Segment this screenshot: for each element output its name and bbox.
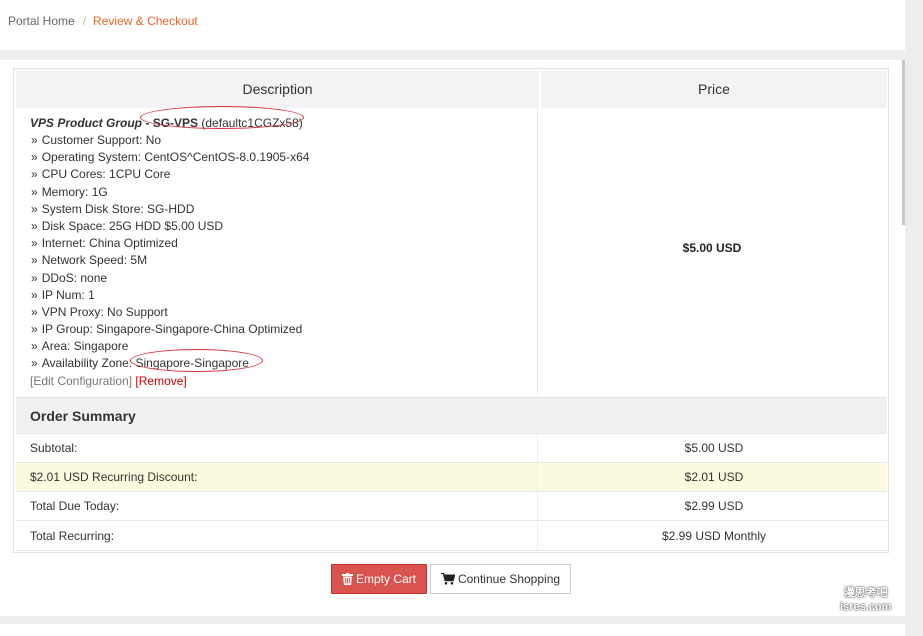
product-title: VPS Product Group - SG-VPS (defaultc1CGZ… [30,115,530,132]
product-hostname: (defaultc1CGZx58) [201,116,303,130]
cart-table: Description Price VPS Product Group - SG… [13,68,889,553]
bullet: » [31,133,38,147]
product-option-text: IP Num: 1 [41,287,95,302]
summary-value: $2.99 USD Monthly [661,529,767,543]
product-option: » VPN Proxy: No Support [30,304,530,321]
watermark: 漫思考吧 isres.com [840,586,891,614]
product-option-text: Operating System: CentOS^CentOS-8.0.1905… [41,150,310,165]
empty-cart-button[interactable]: Empty Cart [331,564,427,594]
bullet: » [31,253,38,268]
breadcrumb-separator: / [82,14,87,28]
bullet: » [31,218,38,233]
summary-row-total-due: Total Due Today: $2.99 USD [16,491,887,520]
bullet: » [31,150,38,165]
product-option: » Memory: 1G [30,184,530,201]
bullet: » [31,356,38,371]
product-option-text: CPU Cores: 1CPU Core [41,167,171,182]
product-option-text: System Disk Store: SG-HDD [41,201,195,216]
summary-label: Subtotal: [30,441,78,455]
column-header-description: Description [242,81,313,97]
product-name: SG-VPS [152,116,199,130]
remove-link[interactable]: [Remove] [135,374,186,388]
empty-cart-label: Empty Cart [355,572,416,586]
bullet: » [31,270,38,285]
order-summary-title: Order Summary [30,408,136,424]
product-option: » Disk Space: 25G HDD $5.00 USD [30,218,530,235]
edit-configuration-link[interactable]: [Edit Configuration] [30,374,132,388]
summary-row-total-recurring: Total Recurring: $2.99 USD Monthly [16,520,887,551]
summary-label: Total Due Today: [30,499,120,513]
product-option: » DDoS: none [30,270,530,287]
row-divider [537,463,538,491]
row-divider [537,434,538,462]
breadcrumb-current[interactable]: Review & Checkout [93,14,198,28]
product-option: » System Disk Store: SG-HDD [30,201,530,218]
trash-icon [341,573,353,585]
breadcrumb-home-link[interactable]: Portal Home [8,14,75,28]
product-option: » Network Speed: 5M [30,252,530,269]
product-description: VPS Product Group - SG-VPS (defaultc1CGZ… [30,115,530,390]
product-price: $5.00 USD [682,241,742,255]
continue-shopping-label: Continue Shopping [457,572,561,586]
summary-label: Total Recurring: [30,529,115,543]
row-divider [537,521,538,550]
watermark-line2: isres.com [840,601,892,613]
product-option: » Area: Singapore [30,338,530,355]
bullet: » [31,167,38,182]
summary-row-subtotal: Subtotal: $5.00 USD [16,433,887,462]
bullet: » [31,287,38,302]
continue-shopping-button[interactable]: Continue Shopping [430,564,571,594]
product-group: VPS Product Group [30,116,143,130]
bullet: » [31,184,38,199]
watermark-line1: 漫思考吧 [843,587,888,599]
bullet: » [31,236,38,251]
product-option-text: VPN Proxy: No Support [41,304,168,319]
product-option: » Availability Zone: Singapore-Singapore [30,355,530,372]
shopping-cart-icon [440,572,456,585]
footer-panel [0,624,905,636]
product-option-text: Customer Support: No [41,133,162,147]
availability-zone-label: Availability Zone: [41,356,136,371]
product-option-text: DDoS: none [41,270,108,285]
product-option: » Customer Support: No [30,132,530,149]
product-option: » Operating System: CentOS^CentOS-8.0.190… [30,149,530,166]
product-option-text: Disk Space: 25G HDD $5.00 USD [41,218,224,233]
product-option-text: Network Speed: 5M [41,253,148,268]
product-option: » CPU Cores: 1CPU Core [30,166,530,183]
availability-zone-value: Singapore-Singapore [135,356,249,371]
product-option-text: Area: Singapore [41,339,129,354]
top-bar: Portal Home / Review & Checkout [0,0,905,50]
product-option-text: Internet: China Optimized [41,236,178,251]
product-option-text: IP Group: Singapore-Singapore-China Opti… [41,322,303,337]
summary-label: $2.01 USD Recurring Discount: [30,470,198,484]
breadcrumb: Portal Home / Review & Checkout [8,14,198,28]
column-header-price: Price [698,81,730,97]
summary-value: $2.99 USD [684,499,744,513]
summary-value: $5.00 USD [684,441,744,455]
product-actions: [Edit Configuration] [Remove] [30,373,530,390]
summary-row-discount: $2.01 USD Recurring Discount: $2.01 USD [16,462,887,491]
row-divider [537,492,538,520]
product-option-text: Memory: 1G [41,184,108,199]
product-dash: - [142,116,153,130]
bullet: » [31,304,38,319]
product-option: » IP Num: 1 [30,287,530,304]
bullet: » [31,339,38,354]
table-header: Description Price [16,71,887,108]
bullet: » [31,201,38,216]
summary-value: $2.01 USD [684,470,744,484]
bullet: » [31,322,38,337]
order-summary-header: Order Summary [16,397,887,433]
product-options: » Customer Support: No» Operating System: … [30,132,530,355]
product-option: » IP Group: Singapore-Singapore-China Opt… [30,321,530,338]
product-option: » Internet: China Optimized [30,235,530,252]
scrollbar-thumb[interactable] [902,60,905,225]
